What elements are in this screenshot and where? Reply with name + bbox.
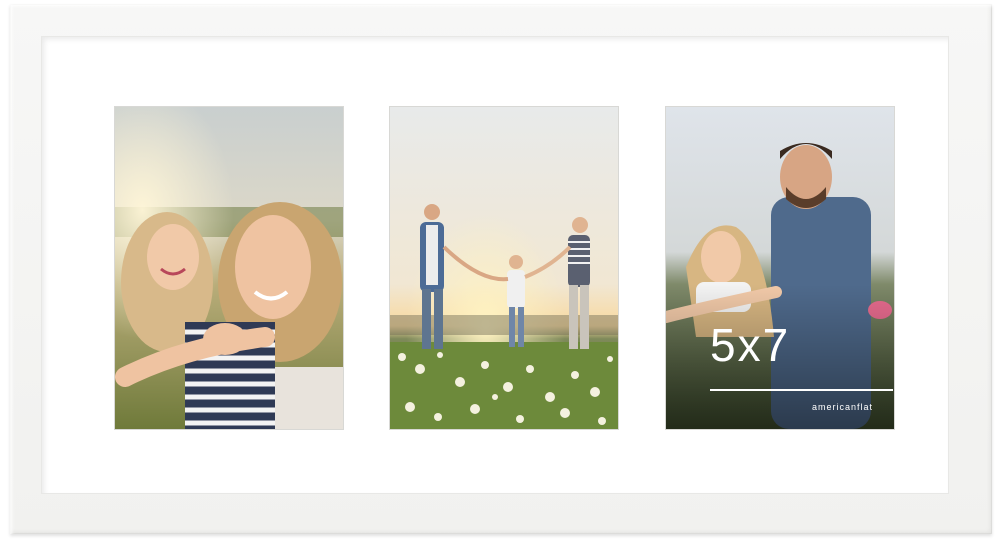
brand-logo: americanflat xyxy=(812,402,874,412)
photo-father-daughter xyxy=(666,107,894,429)
photo-mother-daughter xyxy=(115,107,343,429)
photo-family-walking xyxy=(390,107,618,429)
photo-opening-1 xyxy=(115,107,343,429)
size-underline xyxy=(710,389,893,391)
photo-opening-3 xyxy=(666,107,894,429)
photo-opening-2 xyxy=(390,107,618,429)
size-label: 5x7 xyxy=(710,319,791,371)
